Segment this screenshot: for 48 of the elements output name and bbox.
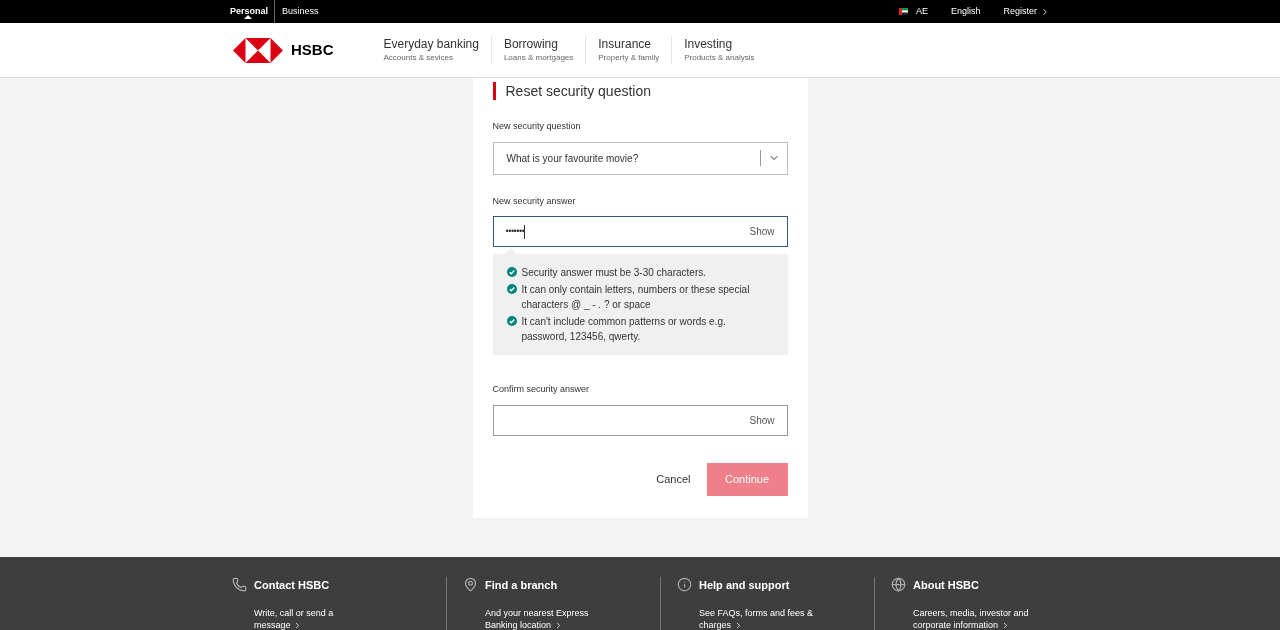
segment-tab[interactable]: Business bbox=[282, 0, 319, 23]
register-link[interactable]: Register bbox=[1003, 4, 1050, 19]
nav-title: Everyday banking bbox=[383, 37, 479, 52]
phone-icon bbox=[232, 577, 247, 592]
masked-answer: ••••••• bbox=[505, 224, 525, 238]
footer-heading: Help and support bbox=[699, 578, 791, 593]
nav-title: Investing bbox=[684, 37, 734, 52]
show-toggle[interactable]: Show bbox=[749, 224, 775, 239]
cancel-button[interactable]: Cancel bbox=[656, 470, 691, 488]
footer-link[interactable]: And your nearest Express Banking location bbox=[485, 606, 602, 630]
answer-field[interactable]: ••••••• Show bbox=[492, 216, 788, 247]
rule-text: Security answer must be 3-30 characters. bbox=[521, 266, 707, 280]
nav-item[interactable]: Investing Products & analysis bbox=[671, 36, 767, 64]
active-pointer bbox=[244, 15, 252, 19]
field-label: New security answer bbox=[492, 194, 577, 208]
logo-wordmark: HSBC bbox=[291, 39, 334, 60]
nav-subtitle: Property & family bbox=[598, 52, 660, 63]
globe-icon bbox=[891, 577, 906, 592]
language-link[interactable]: English bbox=[950, 4, 981, 19]
show-toggle[interactable]: Show bbox=[749, 412, 775, 428]
footer-link[interactable]: Write, call or send a message bbox=[254, 606, 371, 630]
field-label: Confirm security answer bbox=[492, 383, 591, 396]
text-cursor bbox=[524, 224, 526, 239]
nav-item[interactable]: Borrowing Loans & mortgages bbox=[490, 36, 586, 64]
answer-field[interactable]: Show bbox=[492, 404, 788, 436]
footer-link[interactable]: See FAQs, forms and fees & charges bbox=[699, 606, 816, 630]
nav-item[interactable]: Insurance Property & family bbox=[585, 36, 672, 64]
question-select[interactable]: What is your favourite movie? bbox=[492, 141, 788, 175]
footer-heading: Contact HSBC bbox=[254, 578, 331, 593]
nav-subtitle: Loans & mortgages bbox=[503, 52, 574, 63]
nav-subtitle: Products & analysis bbox=[684, 52, 755, 63]
nav-title: Insurance bbox=[598, 37, 652, 52]
field-label: New security question bbox=[492, 120, 582, 133]
footer-heading: Find a branch bbox=[485, 578, 559, 593]
page-title: Reset security question bbox=[492, 82, 788, 100]
footer-link[interactable]: Careers, media, investor and corporate information bbox=[913, 606, 1030, 630]
nav-title: Borrowing bbox=[503, 37, 559, 52]
footer-heading: About HSBC bbox=[913, 578, 980, 593]
chevron-icon bbox=[1040, 6, 1050, 17]
rule-text: It can't include common patterns or words e.g. password, 123456, qwerty. bbox=[521, 315, 727, 344]
flag-icon bbox=[898, 8, 908, 15]
info-icon bbox=[677, 577, 692, 592]
pin-icon bbox=[463, 577, 478, 592]
hexagon-logo-icon bbox=[233, 37, 283, 63]
nav-item[interactable]: Everyday banking Accounts & sevices bbox=[371, 36, 491, 64]
rule-text: It can only contain letters, numbers or these special characters @ _ - . ? or space bbox=[521, 283, 751, 312]
country-code[interactable]: AE bbox=[915, 4, 928, 19]
nav-subtitle: Accounts & sevices bbox=[383, 52, 454, 63]
